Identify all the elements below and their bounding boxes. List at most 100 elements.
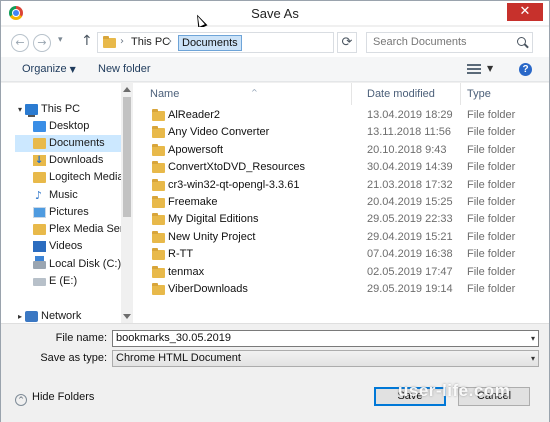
type-cell: File folder bbox=[467, 126, 516, 139]
table-row[interactable]: Any Video Converter 13.11.2018 11:56 File … bbox=[135, 124, 549, 141]
file-name-cell: My Digital Editions bbox=[168, 213, 259, 226]
breadcrumb-separator[interactable]: › bbox=[120, 36, 124, 47]
file-name-cell: R-TT bbox=[168, 248, 194, 261]
nav-item-documents[interactable]: Documents bbox=[15, 135, 121, 152]
table-row[interactable]: R-TT 07.04.2019 16:38 File folder bbox=[135, 246, 549, 263]
table-row[interactable]: cr3-win32-qt-opengl-3.3.61 21.03.2018 17:… bbox=[135, 177, 549, 194]
column-header-type[interactable]: Type bbox=[452, 83, 542, 105]
date-modified-cell: 29.04.2019 15:21 bbox=[367, 230, 453, 243]
nav-item-local-disk-c[interactable]: Local Disk (C:) bbox=[15, 256, 121, 273]
table-row[interactable]: My Digital Editions 29.05.2019 22:33 File … bbox=[135, 211, 549, 228]
view-dropdown-icon[interactable]: ▼ bbox=[487, 64, 493, 73]
help-icon[interactable]: ? bbox=[519, 63, 532, 76]
folder-icon bbox=[152, 213, 165, 226]
scroll-down-icon[interactable] bbox=[123, 314, 131, 319]
navigation-pane[interactable]: ▾ This PC Desktop Documents Downloads Logitec… bbox=[1, 83, 133, 323]
type-cell: File folder bbox=[467, 213, 516, 226]
chevron-down-icon[interactable]: ▾ bbox=[531, 331, 535, 346]
chevron-down-icon[interactable]: ▾ bbox=[18, 101, 22, 118]
scroll-up-icon[interactable] bbox=[123, 87, 131, 92]
up-button[interactable]: ↑ bbox=[81, 33, 93, 49]
folder-icon bbox=[152, 230, 165, 243]
pictures-folder-icon bbox=[33, 207, 46, 218]
close-button[interactable]: ✕ bbox=[507, 3, 543, 21]
breadcrumb-separator[interactable]: › bbox=[168, 36, 172, 47]
nav-item-label: Downloads bbox=[49, 154, 104, 166]
nav-item-label: This PC bbox=[41, 103, 81, 115]
forward-button[interactable]: → bbox=[33, 34, 51, 52]
save-as-type-select[interactable]: Chrome HTML Document ▾ bbox=[112, 350, 539, 367]
nav-item-logitech-media[interactable]: Logitech Media bbox=[15, 169, 121, 186]
type-cell: File folder bbox=[467, 161, 516, 174]
table-row[interactable]: ConvertXtoDVD_Resources 30.04.2019 14:39 F… bbox=[135, 159, 549, 176]
navigation-scrollbar[interactable] bbox=[121, 83, 133, 323]
table-row[interactable]: AlReader2 13.04.2019 18:29 File folder bbox=[135, 107, 549, 124]
folder-icon bbox=[152, 248, 165, 261]
table-row[interactable]: New Unity Project 29.04.2019 15:21 File fo… bbox=[135, 229, 549, 246]
nav-item-music[interactable]: Music bbox=[15, 187, 121, 204]
save-as-type-label: Save as type: bbox=[40, 352, 107, 364]
search-icon[interactable] bbox=[517, 37, 526, 46]
breadcrumb-this-pc[interactable]: This PC bbox=[131, 36, 170, 48]
folder-icon bbox=[152, 265, 165, 278]
type-cell: File folder bbox=[467, 283, 516, 295]
nav-item-pictures[interactable]: Pictures bbox=[15, 204, 121, 221]
type-cell: File folder bbox=[467, 109, 516, 121]
refresh-button[interactable]: ⟳ bbox=[337, 32, 357, 53]
nav-item-label: Plex Media Serve bbox=[49, 223, 121, 235]
nav-item-plex-media-serve[interactable]: Plex Media Serve bbox=[15, 221, 121, 238]
folder-icon bbox=[152, 143, 165, 156]
downloads-folder-icon bbox=[33, 152, 46, 169]
search-box[interactable] bbox=[366, 32, 533, 53]
command-bar: Organize ▼ New folder ▼ ? bbox=[1, 57, 549, 82]
nav-item-e-e[interactable]: E (E:) bbox=[15, 273, 121, 290]
file-name-input[interactable] bbox=[116, 332, 516, 344]
hide-folders-label: Hide Folders bbox=[32, 391, 95, 403]
watermark-text: user-life.com bbox=[398, 381, 511, 400]
back-button[interactable]: ← bbox=[11, 34, 29, 52]
nav-item-videos[interactable]: Videos bbox=[15, 238, 121, 255]
table-row[interactable]: ViberDownloads 29.05.2019 19:14 File folde… bbox=[135, 281, 549, 298]
file-name-cell: ConvertXtoDVD_Resources bbox=[168, 161, 305, 174]
file-name-label: File name: bbox=[55, 332, 107, 344]
file-name-field[interactable]: ▾ bbox=[112, 330, 539, 347]
nav-item-network[interactable]: ▸ Network bbox=[15, 308, 121, 323]
nav-item-label: Network bbox=[41, 310, 82, 322]
folder-icon bbox=[152, 196, 165, 208]
nav-item-downloads[interactable]: Downloads bbox=[15, 152, 121, 169]
folder-icon bbox=[152, 178, 165, 191]
table-row[interactable]: Apowersoft 20.10.2018 9:43 File folder bbox=[135, 142, 549, 159]
computer-icon bbox=[25, 104, 38, 117]
file-name-cell: Freemake bbox=[168, 196, 218, 208]
browser-panes: ▾ This PC Desktop Documents Downloads Logitec… bbox=[1, 83, 549, 323]
nav-item-this-pc[interactable]: ▾ This PC bbox=[15, 101, 121, 118]
nav-item-label: Videos bbox=[49, 240, 83, 252]
scrollbar-thumb[interactable] bbox=[123, 97, 131, 217]
nav-item-desktop[interactable]: Desktop bbox=[15, 118, 121, 135]
address-bar[interactable]: › This PC › Documents ▾ bbox=[97, 32, 425, 53]
organize-button[interactable]: Organize ▼ bbox=[22, 63, 76, 75]
save-form: File name: ▾ Save as type: Chrome HTML D… bbox=[1, 323, 549, 371]
date-modified-cell: 13.04.2019 18:29 bbox=[367, 109, 453, 121]
type-cell: File folder bbox=[467, 143, 516, 156]
nav-item-label: Desktop bbox=[49, 120, 90, 132]
date-modified-cell: 21.03.2018 17:32 bbox=[367, 178, 453, 191]
folder-icon bbox=[152, 161, 165, 174]
new-folder-button[interactable]: New folder bbox=[98, 63, 151, 75]
column-header-name[interactable]: Name ^ bbox=[135, 83, 351, 105]
type-cell: File folder bbox=[467, 196, 516, 208]
drive-icon bbox=[33, 278, 46, 286]
hide-folders-button[interactable]: ^ Hide Folders bbox=[15, 391, 94, 406]
save-as-dialog: Save As ✕ ← → ▾ ↑ › This PC › Documents … bbox=[0, 0, 550, 422]
column-header-date[interactable]: Date modified bbox=[352, 83, 460, 105]
table-row[interactable]: tenmax 02.05.2019 17:47 File folder bbox=[135, 264, 549, 281]
recent-locations-button[interactable]: ▾ bbox=[58, 35, 63, 45]
table-row[interactable]: Freemake 20.04.2019 15:25 File folder bbox=[135, 194, 549, 211]
file-list[interactable]: Name ^ Date modified Type AlReader2 13.04… bbox=[135, 83, 549, 323]
search-input[interactable] bbox=[373, 36, 513, 48]
title-bar[interactable]: Save As ✕ bbox=[1, 1, 549, 30]
chevron-right-icon[interactable]: ▸ bbox=[18, 308, 22, 323]
view-options-icon[interactable] bbox=[467, 64, 481, 75]
breadcrumb-documents[interactable]: Documents bbox=[178, 35, 242, 51]
type-cell: File folder bbox=[467, 265, 516, 278]
